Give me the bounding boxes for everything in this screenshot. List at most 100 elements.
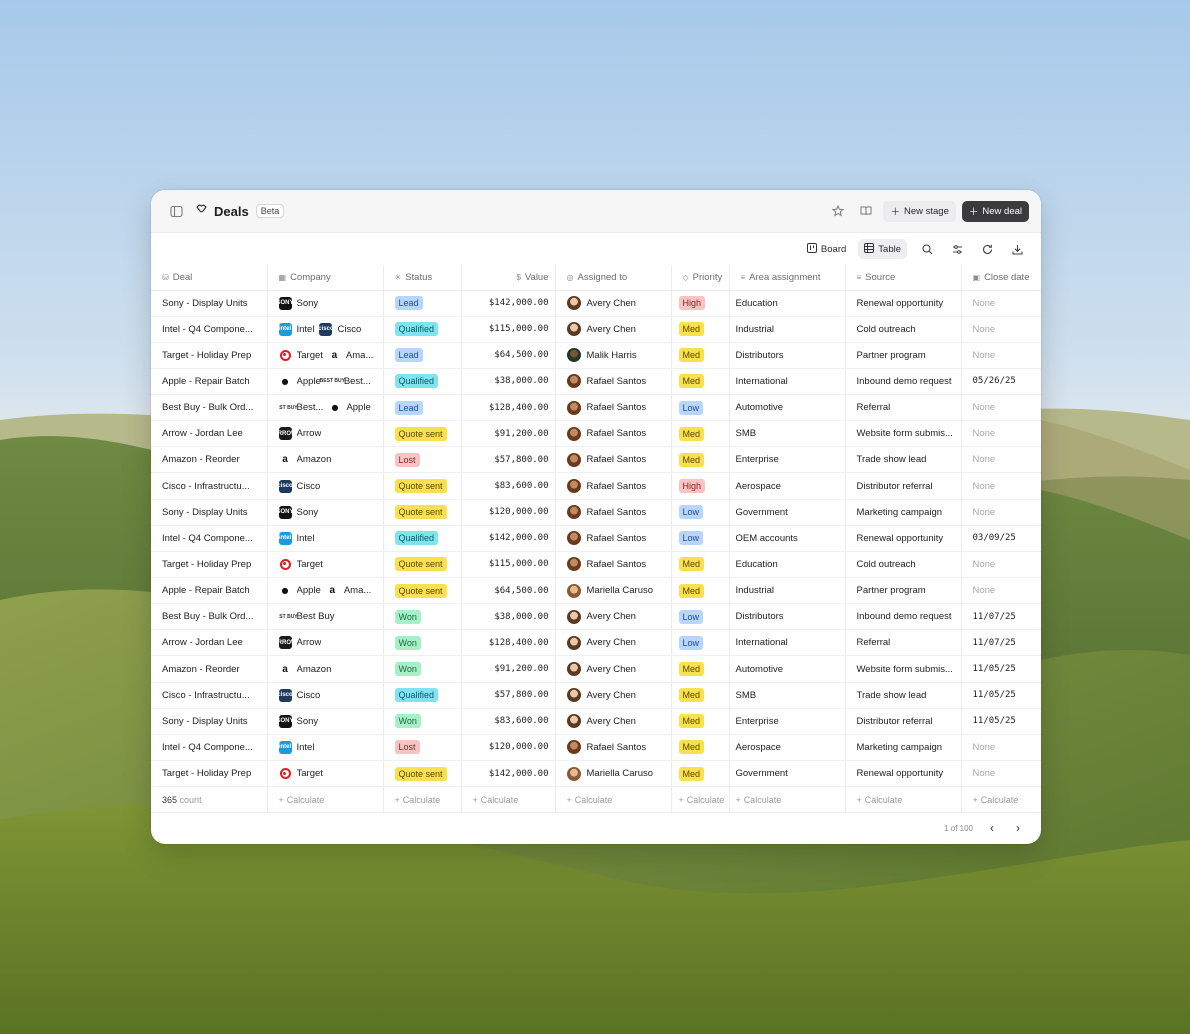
status-cell[interactable]: Quote sent: [383, 577, 462, 605]
company-cell[interactable]: ARROWArrow: [267, 420, 384, 448]
table-row[interactable]: Intel - Q4 Compone... intel Intel Qualified…: [151, 525, 1041, 552]
value-cell[interactable]: $115,000.00: [461, 316, 556, 343]
area-cell[interactable]: Aerospace: [729, 734, 846, 762]
area-cell[interactable]: Distributors: [729, 342, 846, 369]
table-row[interactable]: Cisco - Infrastructu... cisco Cisco Quote s…: [151, 472, 1041, 500]
filter-settings-icon[interactable]: [947, 239, 967, 259]
close-date-cell[interactable]: None: [961, 446, 1041, 474]
table-row[interactable]: Cisco - Infrastructu... cisco Cisco Qualifi…: [151, 682, 1041, 709]
priority-cell[interactable]: Low: [671, 603, 730, 631]
company-cell[interactable]: SONYSony: [267, 290, 384, 317]
close-date-cell[interactable]: 11/07/25: [961, 629, 1041, 657]
value-cell[interactable]: $64,500.00: [461, 342, 556, 369]
value-cell[interactable]: $64,500.00: [461, 577, 556, 605]
calculate-source[interactable]: + Calculate: [845, 786, 962, 814]
priority-cell[interactable]: Med: [671, 316, 730, 343]
company-cell[interactable]: a Amazon: [267, 655, 384, 683]
priority-cell[interactable]: High: [671, 290, 730, 317]
assigned-cell[interactable]: Rafael Santos: [555, 420, 672, 448]
board-view-button[interactable]: Board: [801, 239, 852, 259]
company-cell[interactable]: SONYSony: [267, 708, 384, 735]
source-cell[interactable]: Renewal opportunity: [845, 760, 962, 788]
area-cell[interactable]: SMB: [729, 682, 846, 709]
area-cell[interactable]: Government: [729, 499, 846, 526]
deal-name-cell[interactable]: Sony - Display Units: [151, 499, 268, 526]
source-cell[interactable]: Distributor referral: [845, 708, 962, 735]
deal-name-cell[interactable]: Amazon - Reorder: [151, 655, 268, 683]
calculate-priority[interactable]: + Calculate: [671, 786, 730, 814]
priority-cell[interactable]: Low: [671, 629, 730, 657]
deal-name-cell[interactable]: Sony - Display Units: [151, 708, 268, 735]
priority-cell[interactable]: Med: [671, 682, 730, 709]
status-cell[interactable]: Quote sent: [383, 551, 462, 579]
close-date-cell[interactable]: None: [961, 472, 1041, 500]
value-cell[interactable]: $83,600.00: [461, 472, 556, 500]
refresh-icon[interactable]: [977, 239, 997, 259]
calculate-status[interactable]: + Calculate: [383, 786, 462, 814]
column-header-assigned[interactable]: ◎ Assigned to: [555, 265, 672, 291]
close-date-cell[interactable]: None: [961, 760, 1041, 788]
status-cell[interactable]: Quote sent: [383, 499, 462, 526]
area-cell[interactable]: Government: [729, 760, 846, 788]
status-cell[interactable]: Qualified: [383, 682, 462, 709]
column-header-source[interactable]: ≡ Source: [845, 265, 962, 291]
calculate-close-date[interactable]: + Calculate: [961, 786, 1041, 814]
table-row[interactable]: Amazon - Reorder a Amazon Lost $57,800.00 Raf…: [151, 446, 1041, 474]
area-cell[interactable]: Automotive: [729, 394, 846, 422]
table-row[interactable]: Target - Holiday Prep Target Quote sent $11…: [151, 551, 1041, 579]
calculate-area[interactable]: + Calculate: [729, 786, 846, 814]
assigned-cell[interactable]: Rafael Santos: [555, 499, 672, 526]
company-cell[interactable]: BEST BUYBest... ● Apple: [267, 394, 384, 422]
value-cell[interactable]: $142,000.00: [461, 525, 556, 552]
source-cell[interactable]: Distributor referral: [845, 472, 962, 500]
close-date-cell[interactable]: 03/09/25: [961, 525, 1041, 552]
priority-cell[interactable]: Med: [671, 655, 730, 683]
table-row[interactable]: Intel - Q4 Compone... intel Intel cisco Cisc…: [151, 316, 1041, 343]
area-cell[interactable]: Enterprise: [729, 446, 846, 474]
priority-cell[interactable]: Med: [671, 760, 730, 788]
close-date-cell[interactable]: None: [961, 394, 1041, 422]
value-cell[interactable]: $142,000.00: [461, 760, 556, 788]
company-cell[interactable]: ARROWArrow: [267, 629, 384, 657]
area-cell[interactable]: Distributors: [729, 603, 846, 631]
value-cell[interactable]: $128,400.00: [461, 394, 556, 422]
company-cell[interactable]: SONYSony: [267, 499, 384, 526]
deal-name-cell[interactable]: Intel - Q4 Compone...: [151, 525, 268, 552]
source-cell[interactable]: Partner program: [845, 577, 962, 605]
company-cell[interactable]: a Amazon: [267, 446, 384, 474]
company-cell[interactable]: cisco Cisco: [267, 682, 384, 709]
deal-name-cell[interactable]: Apple - Repair Batch: [151, 577, 268, 605]
deal-name-cell[interactable]: Intel - Q4 Compone...: [151, 316, 268, 343]
book-icon[interactable]: [855, 200, 877, 222]
assigned-cell[interactable]: Rafael Santos: [555, 551, 672, 579]
status-cell[interactable]: Lead: [383, 342, 462, 369]
column-header-deal[interactable]: ⛁ Deal: [151, 265, 268, 291]
assigned-cell[interactable]: Avery Chen: [555, 290, 672, 317]
close-date-cell[interactable]: None: [961, 577, 1041, 605]
value-cell[interactable]: $38,000.00: [461, 368, 556, 396]
column-header-company[interactable]: ▦ Company: [267, 265, 384, 291]
value-cell[interactable]: $128,400.00: [461, 629, 556, 657]
close-date-cell[interactable]: None: [961, 499, 1041, 526]
column-header-value[interactable]: $ Value: [461, 265, 556, 291]
deal-name-cell[interactable]: Best Buy - Bulk Ord...: [151, 394, 268, 422]
close-date-cell[interactable]: 11/07/25: [961, 603, 1041, 631]
area-cell[interactable]: Industrial: [729, 316, 846, 343]
source-cell[interactable]: Inbound demo request: [845, 368, 962, 396]
priority-cell[interactable]: Med: [671, 420, 730, 448]
source-cell[interactable]: Renewal opportunity: [845, 290, 962, 317]
status-cell[interactable]: Quote sent: [383, 760, 462, 788]
status-cell[interactable]: Qualified: [383, 368, 462, 396]
chevron-left-icon[interactable]: ‹: [985, 821, 999, 835]
source-cell[interactable]: Referral: [845, 629, 962, 657]
status-cell[interactable]: Qualified: [383, 525, 462, 552]
close-date-cell[interactable]: None: [961, 342, 1041, 369]
deal-name-cell[interactable]: Intel - Q4 Compone...: [151, 734, 268, 762]
deal-name-cell[interactable]: Cisco - Infrastructu...: [151, 472, 268, 500]
area-cell[interactable]: Education: [729, 290, 846, 317]
column-header-close-date[interactable]: ▣ Close date: [961, 265, 1041, 291]
assigned-cell[interactable]: Rafael Santos: [555, 368, 672, 396]
company-cell[interactable]: Target: [267, 760, 384, 788]
status-cell[interactable]: Won: [383, 629, 462, 657]
value-cell[interactable]: $120,000.00: [461, 734, 556, 762]
